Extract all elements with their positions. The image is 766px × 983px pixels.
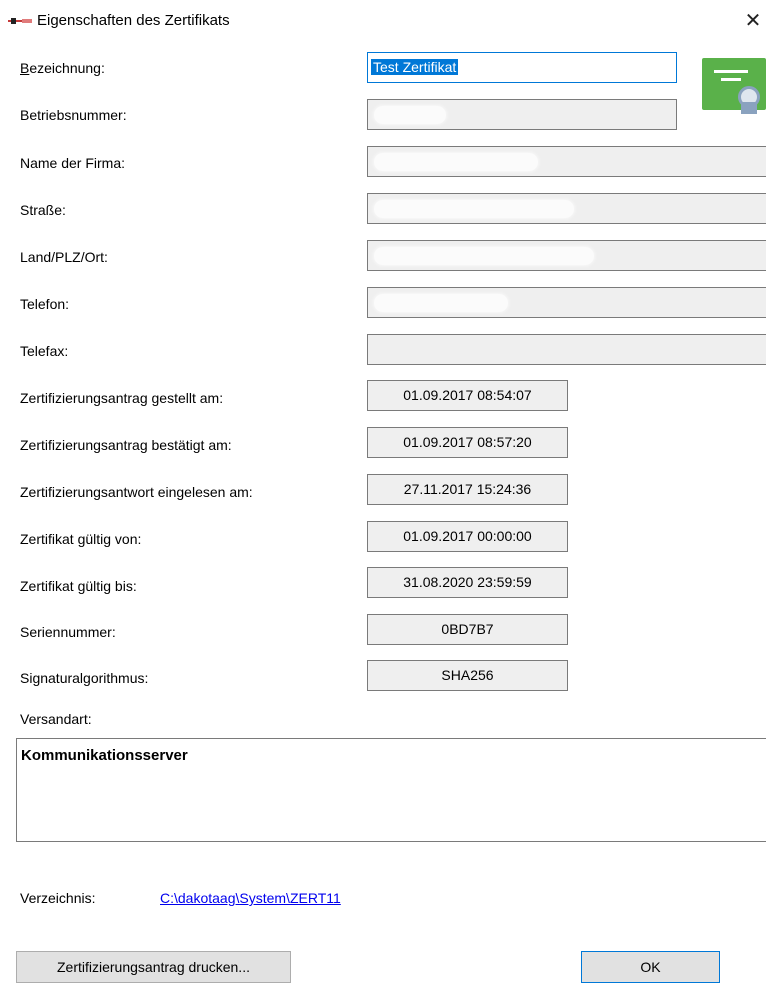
verzeichnis-label: Verzeichnis: (20, 890, 96, 906)
antrag-bestaetigt-label: Zertifizierungsantrag bestätigt am: (20, 437, 232, 453)
bezeichnung-label: Bezeichnung: (20, 60, 105, 76)
firma-field (367, 146, 766, 177)
signatur-value: SHA256 (367, 660, 568, 691)
telefax-field (367, 334, 766, 365)
antwort-eingelesen-value: 27.11.2017 15:24:36 (367, 474, 568, 505)
app-logo-icon (8, 18, 32, 24)
gueltig-von-value: 01.09.2017 00:00:00 (367, 521, 568, 552)
betriebsnummer-field (367, 99, 677, 130)
seriennummer-value: 0BD7B7 (367, 614, 568, 645)
antrag-bestaetigt-value: 01.09.2017 08:57:20 (367, 427, 568, 458)
versandart-box[interactable]: Kommunikationsserver (16, 738, 766, 842)
strasse-label: Straße: (20, 202, 66, 218)
window-title: Eigenschaften des Zertifikats (37, 12, 230, 29)
ort-field (367, 240, 766, 271)
gueltig-bis-value: 31.08.2020 23:59:59 (367, 567, 568, 598)
seriennummer-label: Seriennummer: (20, 624, 116, 640)
gueltig-bis-label: Zertifikat gültig bis: (20, 578, 137, 594)
antwort-eingelesen-label: Zertifizierungsantwort eingelesen am: (20, 484, 253, 500)
ok-button[interactable]: OK (581, 951, 720, 983)
telefon-field (367, 287, 766, 318)
close-icon[interactable]: ✕ (740, 6, 766, 36)
betriebsnummer-label: Betriebsnummer: (20, 107, 127, 123)
versandart-value: Kommunikationsserver (21, 747, 188, 764)
verzeichnis-link[interactable]: C:\dakotaag\System\ZERT11 (160, 890, 341, 906)
antrag-gestellt-value: 01.09.2017 08:54:07 (367, 380, 568, 411)
print-request-button[interactable]: Zertifizierungsantrag drucken... (16, 951, 291, 983)
signatur-label: Signaturalgorithmus: (20, 670, 149, 686)
gueltig-von-label: Zertifikat gültig von: (20, 531, 142, 547)
firma-label: Name der Firma: (20, 155, 126, 171)
telefax-label: Telefax: (20, 343, 69, 359)
bezeichnung-input[interactable]: Test Zertifikat (367, 52, 677, 83)
telefon-label: Telefon: (20, 296, 70, 312)
strasse-field (367, 193, 766, 224)
certificate-icon (702, 58, 766, 114)
bezeichnung-value: Test Zertifikat (371, 59, 459, 75)
antrag-gestellt-label: Zertifizierungsantrag gestellt am: (20, 390, 224, 406)
ort-label: Land/PLZ/Ort: (20, 249, 108, 265)
title-bar: Eigenschaften des Zertifikats ✕ (0, 0, 766, 40)
versandart-label: Versandart: (20, 711, 92, 727)
